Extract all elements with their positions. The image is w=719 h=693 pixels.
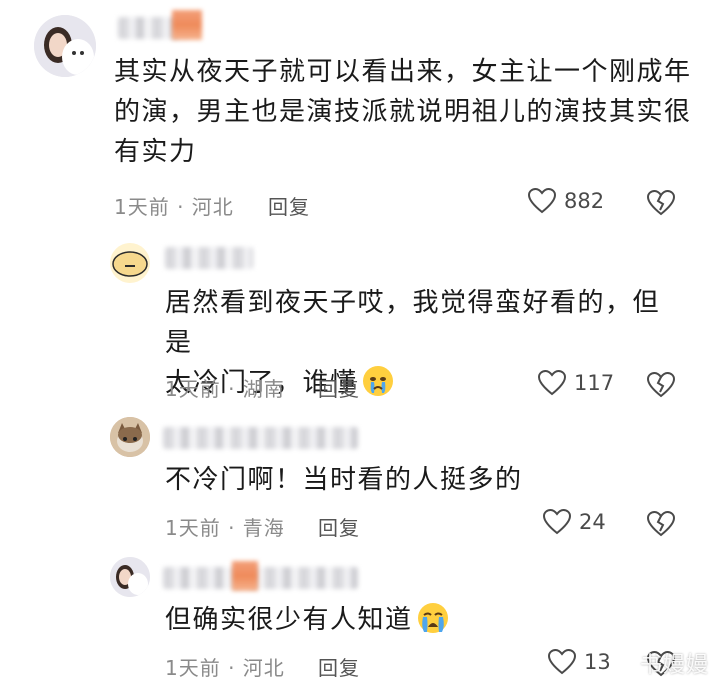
broken-heart-icon[interactable]: [647, 511, 675, 537]
avatar[interactable]: [110, 417, 150, 457]
like-count: 117: [574, 371, 615, 395]
avatar[interactable]: [110, 557, 150, 597]
heart-outline-icon: [538, 370, 566, 396]
loudly-crying-face-emoji-icon: [417, 603, 448, 633]
user-badge-blurred: [232, 561, 258, 591]
username-blurred[interactable]: [163, 427, 358, 449]
comment-4: 但确实很少有人知道 1天前 · 河北 回复 13: [0, 545, 719, 693]
username-blurred[interactable]: [163, 567, 358, 589]
heart-outline-icon: [528, 188, 556, 214]
like-button[interactable]: 882: [528, 188, 604, 214]
user-badge-blurred: [172, 10, 202, 40]
watermark: 书嫚嫚: [639, 653, 709, 678]
avatar[interactable]: [34, 15, 96, 77]
like-button[interactable]: 24: [543, 509, 606, 535]
comment-text: 不冷门啊！当时看的人挺多的: [165, 465, 523, 495]
reply-button[interactable]: 回复: [318, 652, 360, 681]
comment-2: 居然看到夜天子哎，我觉得蛮好看的，但是 太冷门了，谁懂 1天前 · 湖南 回复 …: [0, 235, 719, 405]
comment-meta: 1天前 · 青海: [165, 516, 285, 540]
like-count: 882: [564, 189, 605, 213]
like-button[interactable]: 117: [538, 370, 614, 396]
reply-button[interactable]: 回复: [318, 512, 360, 541]
like-button[interactable]: 13: [548, 649, 611, 675]
comment-3: 不冷门啊！当时看的人挺多的 1天前 · 青海 回复 24: [0, 405, 719, 545]
comment-meta: 1天前 · 湖南: [165, 377, 285, 401]
comment-text: 其实从夜天子就可以看出来，女主让一个刚成年 的演，男主也是演技派就说明祖儿的演技…: [114, 57, 692, 167]
heart-outline-icon: [548, 649, 576, 675]
reply-button[interactable]: 回复: [318, 373, 360, 402]
reply-button[interactable]: 回复: [268, 191, 310, 220]
username-blurred[interactable]: [165, 247, 253, 269]
comment-1: 其实从夜天子就可以看出来，女主让一个刚成年 的演，男主也是演技派就说明祖儿的演技…: [0, 0, 719, 235]
comment-meta: 1天前 · 河北: [114, 195, 234, 219]
like-count: 13: [584, 650, 611, 674]
avatar[interactable]: [110, 243, 150, 283]
heart-outline-icon: [543, 509, 571, 535]
comment-text: 但确实很少有人知道: [165, 600, 685, 640]
like-count: 24: [579, 510, 606, 534]
comment-meta: 1天前 · 河北: [165, 656, 285, 680]
broken-heart-icon[interactable]: [647, 190, 675, 216]
broken-heart-icon[interactable]: [647, 372, 675, 398]
crying-face-emoji-icon: [362, 366, 393, 396]
